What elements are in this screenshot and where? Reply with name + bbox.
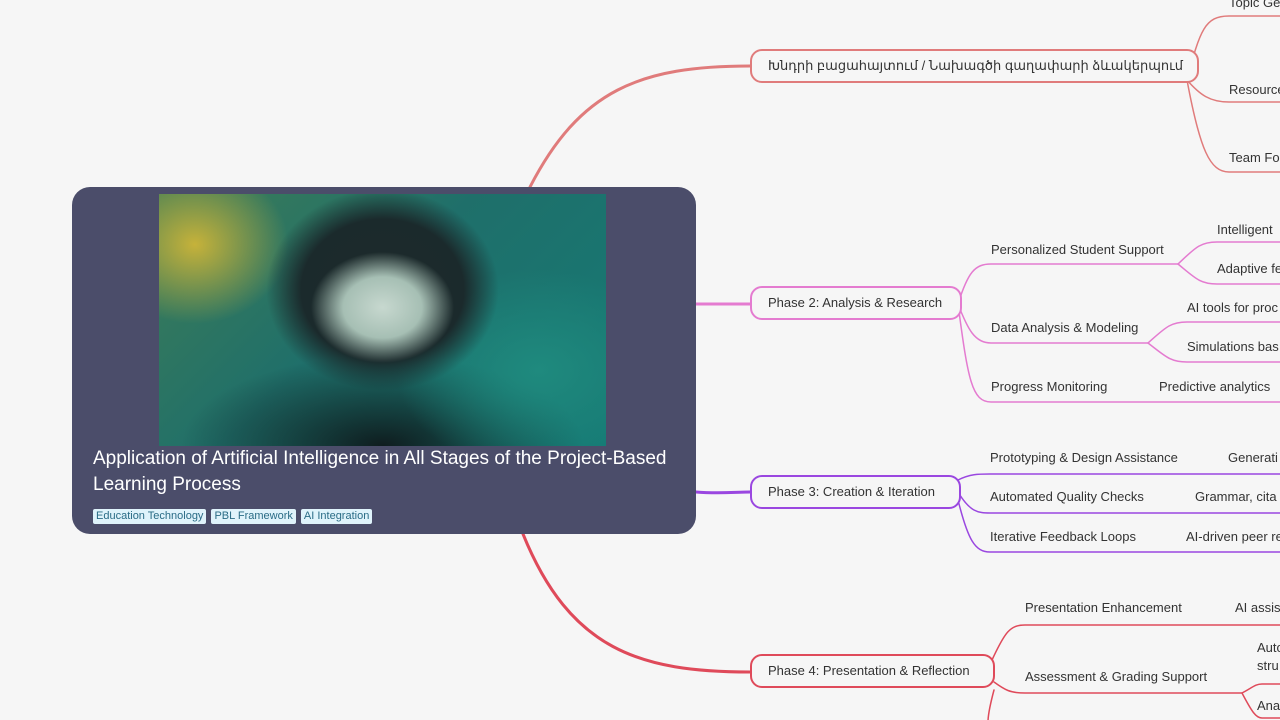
branch-label-phase-4: Phase 4: Presentation & Reflection [768, 663, 970, 678]
branch-node-phase-1[interactable]: Խնդրի բացահայտում / Նախագծի գաղափարի ձևա… [750, 49, 1199, 83]
leaf-generative[interactable]: Generati [1228, 449, 1278, 467]
leaf-intelligent[interactable]: Intelligent [1217, 221, 1273, 239]
leaf-ai-driven-peer-review[interactable]: AI-driven peer re [1186, 528, 1280, 546]
connector-phase4-more [987, 689, 995, 720]
leaf-automated-structured[interactable]: Auto stru [1257, 639, 1280, 675]
leaf-analysis[interactable]: Ana [1257, 697, 1280, 715]
leaf-ai-assistant[interactable]: AI assist [1235, 599, 1280, 617]
connector-root-phase-4 [521, 532, 752, 674]
leaf-ai-tools-for-processing[interactable]: AI tools for proc [1187, 299, 1278, 317]
leaf-grammar-citation[interactable]: Grammar, cita [1195, 488, 1277, 506]
subtopic-presentation-enhancement[interactable]: Presentation Enhancement [1025, 599, 1182, 617]
subtopic-iterative-feedback-loops[interactable]: Iterative Feedback Loops [990, 528, 1136, 546]
leaf-simulations[interactable]: Simulations bas [1187, 338, 1279, 356]
connector-phase4-presentation [991, 624, 1280, 661]
connector-phase1-topic [1186, 15, 1280, 81]
root-topic-title: Application of Artificial Intelligence i… [93, 448, 667, 495]
subtopic-data-analysis-modeling[interactable]: Data Analysis & Modeling [991, 319, 1138, 337]
branch-label-phase-1: Խնդրի բացահայտում / Նախագծի գաղափարի ձևա… [768, 58, 1183, 73]
tag-education-technology[interactable]: Education Technology [93, 509, 207, 524]
connector-root-phase-1 [528, 64, 752, 189]
branch-label-phase-2: Phase 2: Analysis & Research [768, 295, 943, 310]
connector-phase3-prototyping [957, 473, 1280, 481]
subtopic-team-formation[interactable]: Team Fo [1229, 149, 1280, 167]
root-topic-card[interactable]: Application of Artificial Intelligence i… [72, 187, 696, 534]
subtopic-resource[interactable]: Resource [1229, 81, 1280, 99]
subtopic-personalized-student-support[interactable]: Personalized Student Support [991, 241, 1164, 259]
connector-root-phase-3 [694, 490, 752, 495]
subtopic-automated-quality-checks[interactable]: Automated Quality Checks [990, 488, 1144, 506]
branch-node-phase-3[interactable]: Phase 3: Creation & Iteration [750, 475, 961, 509]
subtopic-prototyping-design-assistance[interactable]: Prototyping & Design Assistance [990, 449, 1178, 467]
branch-label-phase-3: Phase 3: Creation & Iteration [768, 484, 935, 499]
leaf-predictive-analytics[interactable]: Predictive analytics [1159, 378, 1270, 396]
branch-node-phase-2[interactable]: Phase 2: Analysis & Research [750, 286, 962, 320]
subtopic-progress-monitoring[interactable]: Progress Monitoring [991, 378, 1107, 396]
subtopic-assessment-grading-support[interactable]: Assessment & Grading Support [1025, 668, 1207, 686]
connector-phase2-personalized [957, 263, 1179, 305]
leaf-adaptive-feedback[interactable]: Adaptive fe [1217, 260, 1280, 278]
tag-pbl-framework[interactable]: PBL Framework [211, 509, 296, 524]
root-topic-tags: Education Technology PBL Framework AI In… [93, 509, 373, 524]
connector-phase4-auto [1241, 683, 1280, 694]
root-topic-image [159, 194, 606, 446]
subtopic-topic-generation[interactable]: Topic Ge [1229, 0, 1280, 12]
tag-ai-integration[interactable]: AI Integration [300, 509, 373, 524]
branch-node-phase-4[interactable]: Phase 4: Presentation & Reflection [750, 654, 995, 688]
